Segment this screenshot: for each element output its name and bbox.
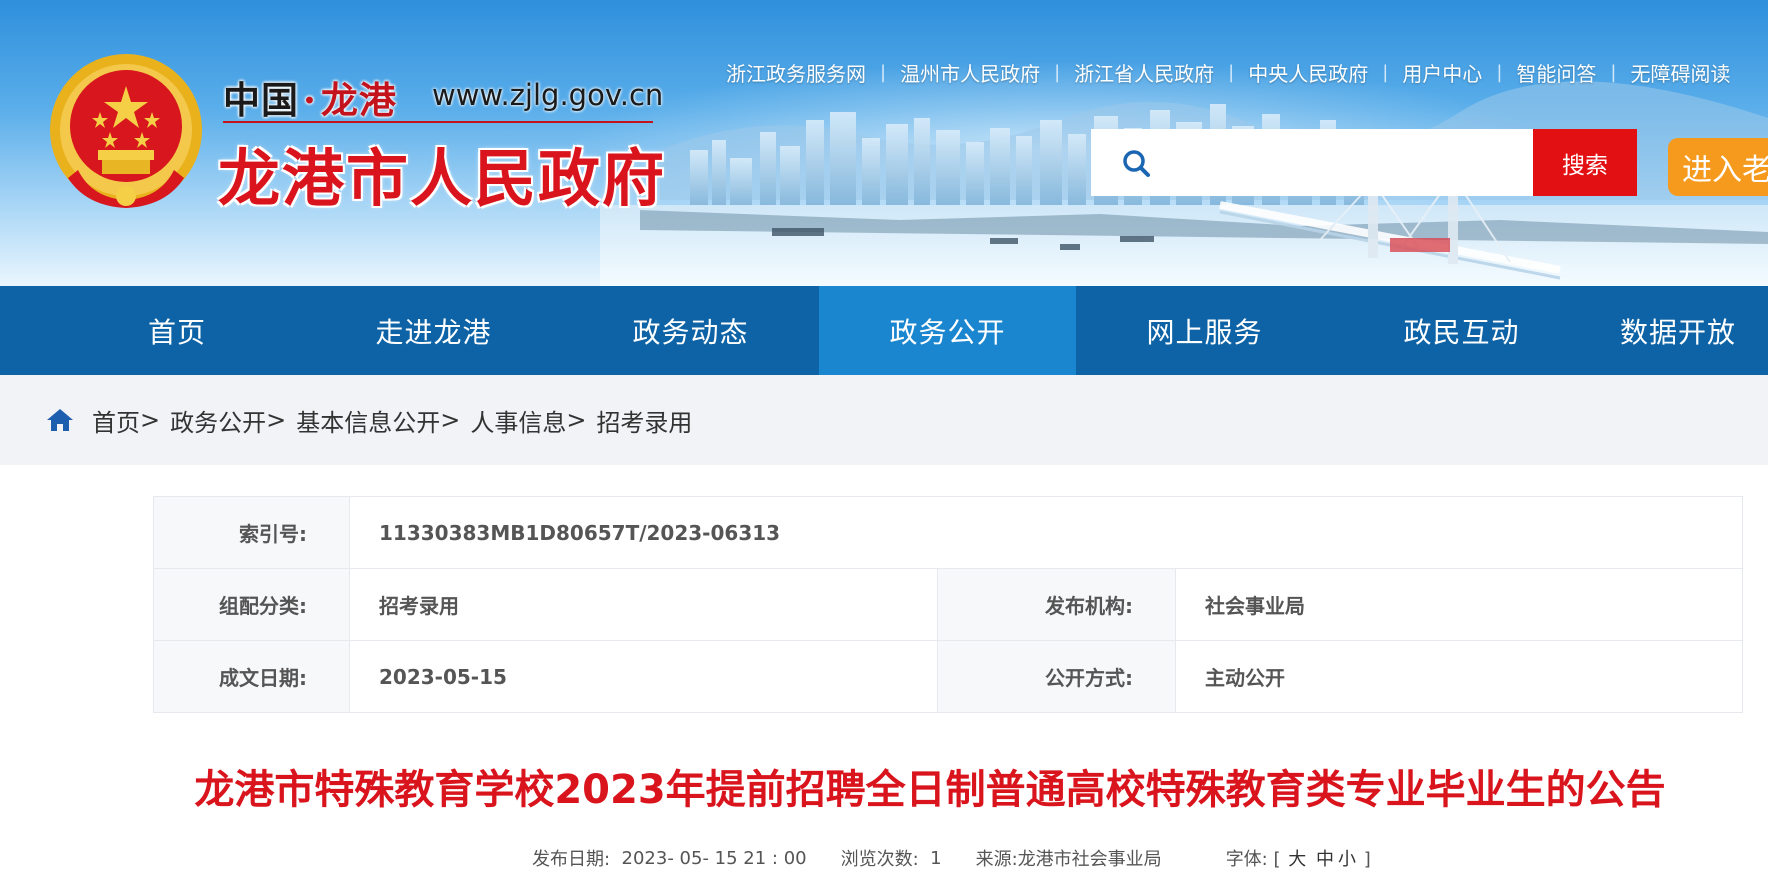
brand-divider — [223, 121, 653, 123]
breadcrumb-gov-openness[interactable]: 政务公开 — [170, 403, 266, 438]
publish-date-label: 发布日期: — [532, 849, 611, 870]
search-icon — [1111, 129, 1161, 196]
nav-item-home[interactable]: 首页 — [0, 286, 305, 375]
font-size-bracket-close: ] — [1363, 849, 1371, 870]
brand-dot: · — [303, 78, 317, 122]
nav-item-gov-news[interactable]: 政务动态 — [562, 286, 819, 375]
nav-item-about-longgang[interactable]: 走进龙港 — [305, 286, 562, 375]
font-size-label: 字体: — [1225, 849, 1268, 870]
main-nav: 首页 走进龙港 政务动态 政务公开 网上服务 政民互动 数据开放 — [0, 286, 1768, 375]
article-title: 龙港市特殊教育学校2023年提前招聘全日制普通高校特殊教育类专业毕业生的公告 — [194, 767, 1666, 813]
breadcrumb-personnel-info[interactable]: 人事信息 — [470, 403, 566, 438]
meta-row-category: 组配分类: 招考录用 发布机构: 社会事业局 — [153, 568, 1743, 641]
breadcrumb-separator: > — [266, 406, 287, 434]
view-count-value: 1 — [930, 847, 942, 869]
font-size-bracket-open: [ — [1273, 849, 1281, 870]
font-size-large-button[interactable]: 大 — [1288, 849, 1306, 870]
source-value: 龙港市社会事业局 — [1017, 849, 1162, 870]
breadcrumb: 首页 > 政务公开 > 基本信息公开 > 人事信息 > 招考录用 — [92, 403, 692, 438]
view-count-label: 浏览次数: — [840, 849, 919, 870]
breadcrumb-basic-info[interactable]: 基本信息公开 — [296, 403, 440, 438]
index-number-label: 索引号: — [153, 496, 350, 569]
home-icon[interactable] — [46, 406, 74, 434]
document-date-label: 成文日期: — [153, 640, 350, 713]
breadcrumb-separator: > — [140, 406, 161, 434]
index-number-value: 11330383MB1D80657T/2023-06313 — [349, 496, 1743, 569]
search-input[interactable] — [1161, 131, 1533, 194]
font-size-medium-button[interactable]: 中 — [1316, 849, 1334, 870]
search-button[interactable]: 搜索 — [1533, 129, 1637, 196]
category-label: 组配分类: — [153, 568, 350, 641]
toplink-user-center[interactable]: 用户中心 — [1388, 58, 1496, 87]
site-url: www.zjlg.gov.cn — [432, 78, 664, 112]
font-size-controls: [ 大 中小 ] — [1274, 845, 1371, 871]
breadcrumb-bar: 首页 > 政务公开 > 基本信息公开 > 人事信息 > 招考录用 — [0, 375, 1768, 465]
font-size-small-button[interactable]: 小 — [1338, 849, 1356, 870]
meta-row-index: 索引号: 11330383MB1D80657T/2023-06313 — [153, 496, 1743, 569]
site-brand-chinese: 中国 · 龙港 — [223, 70, 397, 124]
toplink-smart-qa[interactable]: 智能问答 — [1502, 58, 1610, 87]
nav-item-gov-openness[interactable]: 政务公开 — [819, 286, 1076, 375]
publish-date-value: 2023- 05- 15 21 : 00 — [621, 847, 807, 869]
toplink-zhejiang-service[interactable]: 浙江政务服务网 — [712, 58, 880, 87]
article-meta: 发布日期: 2023- 05- 15 21 : 00 浏览次数: 1 来源: 龙… — [532, 845, 1371, 871]
document-date-value: 2023-05-15 — [349, 640, 938, 713]
breadcrumb-separator: > — [566, 406, 587, 434]
document-meta-table: 索引号: 11330383MB1D80657T/2023-06313 组配分类:… — [153, 496, 1743, 713]
breadcrumb-recruitment[interactable]: 招考录用 — [596, 403, 692, 438]
site-header: 中国 · 龙港 www.zjlg.gov.cn 龙港市人民政府 浙江政务服务网 | … — [0, 0, 1768, 286]
breadcrumb-home[interactable]: 首页 — [92, 403, 140, 438]
toplink-accessible-reading[interactable]: 无障碍阅读 — [1616, 58, 1744, 87]
breadcrumb-separator: > — [440, 406, 461, 434]
disclosure-method-value: 主动公开 — [1175, 640, 1743, 713]
source-label: 来源: — [975, 849, 1018, 870]
top-links: 浙江政务服务网 | 温州市人民政府 | 浙江省人民政府 | 中央人民政府 | 用… — [712, 58, 1768, 86]
publisher-value: 社会事业局 — [1175, 568, 1743, 641]
national-emblem-logo — [50, 54, 202, 208]
brand-country: 中国 — [223, 78, 299, 122]
nav-item-interaction[interactable]: 政民互动 — [1333, 286, 1590, 375]
toplink-zhejiang-gov[interactable]: 浙江省人民政府 — [1060, 58, 1228, 87]
nav-item-online-services[interactable]: 网上服务 — [1076, 286, 1333, 375]
toplink-central-gov[interactable]: 中央人民政府 — [1234, 58, 1382, 87]
site-title: 龙港市人民政府 — [218, 142, 667, 215]
disclosure-method-label: 公开方式: — [937, 640, 1176, 713]
meta-row-date: 成文日期: 2023-05-15 公开方式: 主动公开 — [153, 640, 1743, 713]
toplink-wenzhou-gov[interactable]: 温州市人民政府 — [886, 58, 1054, 87]
publisher-label: 发布机构: — [937, 568, 1176, 641]
category-value: 招考录用 — [349, 568, 938, 641]
nav-item-open-data[interactable]: 数据开放 — [1590, 286, 1768, 375]
search-box — [1091, 129, 1533, 196]
brand-city: 龙港 — [320, 78, 397, 122]
elder-mode-button[interactable]: 进入老 — [1668, 138, 1768, 196]
